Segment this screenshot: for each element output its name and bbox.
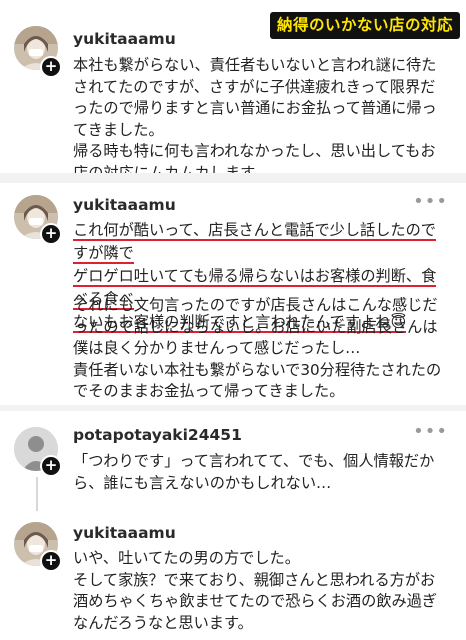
username[interactable]: yukitaaamu bbox=[73, 30, 176, 48]
post-4: + yukitaaamu いや、吐いてたの男の方でした。 そして家族？で来ており… bbox=[0, 508, 466, 640]
post-text: いや、吐いてたの男の方でした。 そして家族？で来ており、親御さんと思われる方がお… bbox=[73, 549, 438, 632]
post-2: + yukitaaamu ••• これ何が酷いって、店長さんと電話で少し話したの… bbox=[0, 183, 466, 403]
follow-plus-icon[interactable]: + bbox=[40, 455, 62, 477]
post-text: 本社も繋がらない、責任者もいないと言われ謎に待たされてたのですが、さすがに子供達… bbox=[73, 56, 437, 182]
thread-line bbox=[36, 477, 38, 511]
follow-plus-icon[interactable]: + bbox=[40, 550, 62, 572]
post-1: + yukitaaamu 本社も繋がらない、責任者もいないと言われ謎に待たされて… bbox=[0, 0, 466, 182]
follow-plus-icon[interactable]: + bbox=[40, 223, 62, 245]
username[interactable]: potapotayaki24451 bbox=[73, 426, 242, 444]
highlight-line: これ何が酷いって、店長さんと電話で少し話したのですが隣で bbox=[73, 221, 436, 264]
more-horizontal-icon[interactable]: ••• bbox=[413, 191, 448, 212]
more-horizontal-icon[interactable]: ••• bbox=[413, 421, 448, 442]
username[interactable]: yukitaaamu bbox=[73, 196, 176, 214]
post-text: 「つわりです」って言われてて、でも、個人情報だから、誰にも言えないのかもしれない… bbox=[73, 452, 435, 492]
post-text: それにも文句言ったのですが店長さんはこんな感じだったので話しにならないし。お店に… bbox=[73, 296, 442, 400]
follow-plus-icon[interactable]: + bbox=[40, 56, 62, 78]
separator bbox=[0, 173, 466, 183]
post-3: + potapotayaki24451 ••• 「つわりです」って言われてて、で… bbox=[0, 411, 466, 511]
username[interactable]: yukitaaamu bbox=[73, 524, 176, 542]
